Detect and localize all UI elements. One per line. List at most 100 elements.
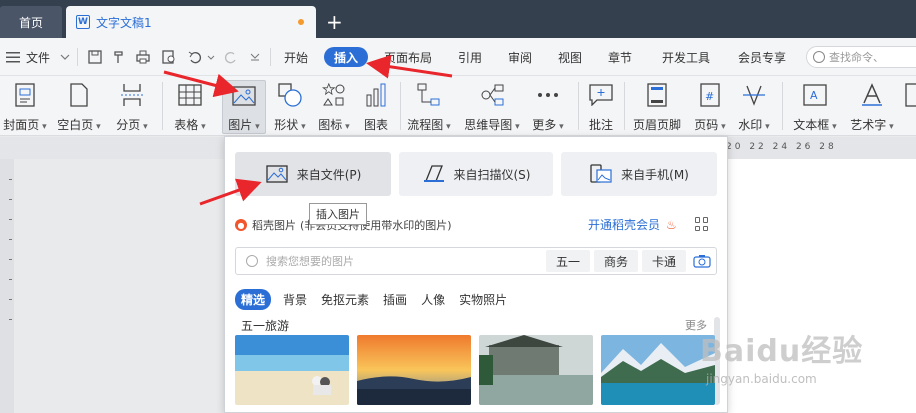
picture-icon (231, 83, 257, 108)
category-object-photo[interactable]: 实物照片 (459, 291, 507, 308)
wordart-button[interactable]: 艺术字 ▾ (846, 80, 898, 134)
search-chip[interactable]: 卡通 (642, 250, 686, 272)
more-button[interactable]: 更多 ▾ (528, 80, 568, 134)
page-break-label: 分页 ▾ (116, 118, 148, 132)
cover-page-button[interactable]: 封面页 ▾ (2, 80, 48, 134)
tab-view[interactable]: 视图 (558, 38, 582, 76)
mindmap-label: 思维导图 ▾ (464, 118, 520, 132)
ruler-tick (9, 319, 12, 320)
format-painter-icon[interactable] (110, 48, 128, 66)
comment-button[interactable]: 批注 (584, 80, 618, 134)
thumbnail-water-town[interactable] (479, 335, 593, 405)
from-file-button[interactable]: 来自文件(P) (235, 152, 391, 196)
category-cutout[interactable]: 免抠元素 (321, 291, 369, 308)
category-portrait[interactable]: 人像 (421, 291, 445, 308)
header-footer-icon (644, 82, 670, 108)
ruler-tick (9, 219, 12, 220)
open-vip-link[interactable]: 开通稻壳会员 ♨ (588, 216, 677, 233)
file-menu[interactable]: 文件 (26, 38, 50, 76)
blank-page-button[interactable]: 空白页 ▾ (56, 80, 102, 134)
tab-review[interactable]: 审阅 (508, 38, 532, 76)
mindmap-button[interactable]: 思维导图 ▾ (462, 80, 522, 134)
tab-page-layout[interactable]: 页面布局 (384, 38, 432, 76)
watermark-button[interactable]: 水印 ▾ (734, 80, 774, 134)
shape-button[interactable]: 形状 ▾ (270, 80, 310, 134)
from-scanner-button[interactable]: 来自扫描仪(S) (399, 152, 553, 196)
search-chip[interactable]: 五一 (546, 250, 590, 272)
flowchart-icon (416, 82, 442, 108)
icon-button[interactable]: 图标 ▾ (314, 80, 354, 134)
phone-image-icon (589, 163, 613, 185)
print-preview-icon[interactable] (160, 48, 178, 66)
thumbnail-sunset[interactable] (357, 335, 471, 405)
title-bar: 首页 W 文字文稿1 + (0, 0, 916, 38)
dropdown-caret-icon: ▾ (512, 122, 520, 132)
vertical-ruler (0, 159, 14, 413)
textbox-button[interactable]: A 文本框 ▾ (790, 80, 840, 134)
thumbnail-beach[interactable] (235, 335, 349, 405)
tab-chapter[interactable]: 章节 (608, 38, 632, 76)
ruler-tick (9, 239, 12, 240)
page-number-label: 页码 ▾ (694, 118, 726, 132)
from-phone-button[interactable]: 来自手机(M) (561, 152, 717, 196)
page-break-icon (119, 82, 145, 108)
header-footer-button[interactable]: 页眉页脚 (630, 80, 684, 134)
tab-references[interactable]: 引用 (458, 38, 482, 76)
grid-view-icon[interactable] (695, 217, 709, 231)
tab-home[interactable]: 首页 (0, 6, 62, 38)
baidu-watermark: Baidu经验 (700, 334, 864, 369)
hamburger-menu-icon[interactable] (4, 48, 22, 66)
tab-developer[interactable]: 开发工具 (662, 38, 710, 76)
icon-library-icon (321, 82, 347, 108)
chevron-down-icon[interactable] (56, 48, 74, 66)
category-featured[interactable]: 精选 (235, 289, 272, 310)
picture-button[interactable]: 图片 ▾ (222, 80, 266, 134)
tab-document[interactable]: W 文字文稿1 (66, 6, 316, 38)
search-chip[interactable]: 商务 (594, 250, 638, 272)
dropdown-caret-icon: ▾ (93, 122, 101, 132)
ribbon-toolbar: 封面页 ▾ 空白页 ▾ 分页 ▾ 表格 ▾ 图片 ▾ 形状 ▾ 图标 ▾ 图表 … (0, 76, 916, 136)
cover-page-icon (12, 82, 38, 108)
partial-icon (899, 82, 916, 108)
category-illustration[interactable]: 插画 (383, 291, 407, 308)
more-label: 更多 ▾ (532, 118, 564, 132)
tab-insert[interactable]: 插入 (324, 47, 368, 67)
save-icon[interactable] (86, 48, 104, 66)
divider (578, 82, 579, 130)
chart-icon (363, 82, 389, 108)
chart-button[interactable]: 图表 (356, 80, 396, 134)
chart-label: 图表 (363, 118, 388, 132)
category-tabs: 精选 背景 免抠元素 插画 人像 实物照片 (235, 289, 521, 310)
image-search-input[interactable]: 搜索您想要的图片 五一 商务 卡通 (235, 247, 717, 275)
divider (77, 48, 78, 66)
blank-page-label: 空白页 ▾ (57, 118, 101, 132)
redo-icon[interactable] (222, 48, 240, 66)
undo-dropdown-icon[interactable] (202, 48, 220, 66)
flowchart-button[interactable]: 流程图 ▾ (404, 80, 454, 134)
unsaved-dot-icon (298, 19, 304, 25)
page-break-button[interactable]: 分页 ▾ (110, 80, 154, 134)
document-title: 文字文稿1 (96, 15, 152, 30)
ribbon-overflow-button[interactable] (902, 80, 916, 134)
flowchart-label: 流程图 ▾ (407, 118, 451, 132)
page-number-button[interactable]: # 页码 ▾ (690, 80, 730, 134)
customize-toolbar-icon[interactable] (246, 48, 264, 66)
command-search-input[interactable]: 查找命令、 (806, 46, 916, 68)
camera-search-icon[interactable] (692, 251, 712, 271)
search-icon (246, 255, 258, 267)
dropdown-caret-icon: ▾ (298, 122, 306, 132)
shape-label: 形状 ▾ (274, 118, 306, 132)
textbox-label: 文本框 ▾ (793, 118, 837, 132)
tab-member[interactable]: 会员专享 (738, 38, 786, 76)
new-tab-button[interactable]: + (326, 10, 343, 34)
header-footer-label: 页眉页脚 (632, 118, 681, 132)
category-background[interactable]: 背景 (283, 291, 307, 308)
thumbnail-lake-mountain[interactable] (601, 335, 715, 405)
insert-picture-panel: 来自文件(P) 来自扫描仪(S) 来自手机(M) 插入图片 ● 稻壳图片 (非会… (224, 136, 728, 413)
vip-link-label: 开通稻壳会员 (588, 218, 661, 232)
dropdown-caret-icon: ▾ (198, 122, 206, 132)
print-icon[interactable] (134, 48, 152, 66)
tab-start[interactable]: 开始 (284, 38, 308, 76)
table-button[interactable]: 表格 ▾ (168, 80, 212, 134)
image-file-icon (265, 163, 289, 185)
